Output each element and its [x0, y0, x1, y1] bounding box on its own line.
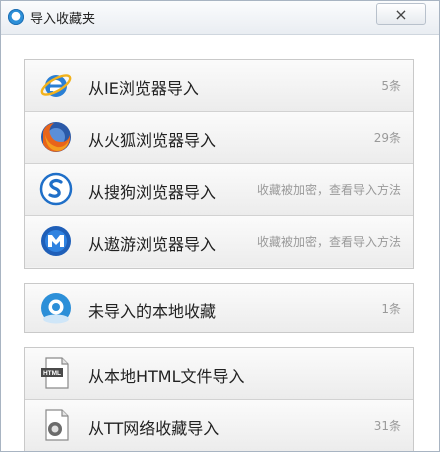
browser-import-group: 从IE浏览器导入 5条 从火狐浏览器导入 29条 从搜狗浏览器导入 收藏被加密，…	[24, 59, 414, 269]
local-favorites-row[interactable]: 未导入的本地收藏 1条	[25, 284, 413, 332]
local-favorites-label: 未导入的本地收藏	[88, 302, 217, 321]
firefox-label: 从火狐浏览器导入	[88, 131, 217, 150]
svg-text:HTML: HTML	[43, 370, 61, 377]
local-cloud-icon	[41, 293, 71, 324]
tt-file-icon	[45, 409, 69, 441]
import-maxthon-row[interactable]: 从遨游浏览器导入 收藏被加密，查看导入方法	[25, 216, 413, 267]
local-favorites-count: 1条	[381, 302, 401, 316]
import-favorites-window: 导入收藏夹 × 从IE浏览器导入 5条 从火狐浏览器导入 29条 从搜狗浏览器导…	[0, 0, 440, 452]
ie-count: 5条	[381, 79, 401, 93]
window-title: 导入收藏夹	[30, 12, 96, 27]
import-ie-row[interactable]: 从IE浏览器导入 5条	[25, 60, 413, 112]
import-tt-row[interactable]: 从TT网络收藏导入 31条	[25, 400, 413, 451]
import-firefox-row[interactable]: 从火狐浏览器导入 29条	[25, 112, 413, 164]
maxthon-icon	[41, 226, 71, 256]
html-file-icon: HTML	[41, 357, 69, 389]
import-sogou-row[interactable]: 从搜狗浏览器导入 收藏被加密，查看导入方法	[25, 164, 413, 216]
html-import-label: 从本地HTML文件导入	[88, 367, 245, 386]
close-button[interactable]: ×	[376, 3, 426, 25]
title-bar: 导入收藏夹 ×	[1, 1, 439, 35]
local-favorites-group: 未导入的本地收藏 1条	[24, 283, 414, 333]
app-logo-icon	[8, 9, 24, 25]
ie-label: 从IE浏览器导入	[88, 79, 199, 98]
firefox-count: 29条	[373, 131, 401, 145]
tt-import-label: 从TT网络收藏导入	[88, 419, 220, 438]
file-import-group: HTML 从本地HTML文件导入 从TT网络收藏导入 31条	[24, 347, 414, 451]
import-html-row[interactable]: HTML 从本地HTML文件导入	[25, 348, 413, 400]
maxthon-encrypted-note[interactable]: 收藏被加密，查看导入方法	[257, 233, 401, 250]
tt-import-count: 31条	[373, 419, 401, 433]
maxthon-label: 从遨游浏览器导入	[88, 235, 217, 254]
sogou-label: 从搜狗浏览器导入	[88, 183, 217, 202]
firefox-icon	[41, 122, 71, 152]
sogou-icon	[39, 172, 73, 206]
sogou-encrypted-note[interactable]: 收藏被加密，查看导入方法	[257, 181, 401, 198]
ie-icon	[40, 74, 72, 97]
